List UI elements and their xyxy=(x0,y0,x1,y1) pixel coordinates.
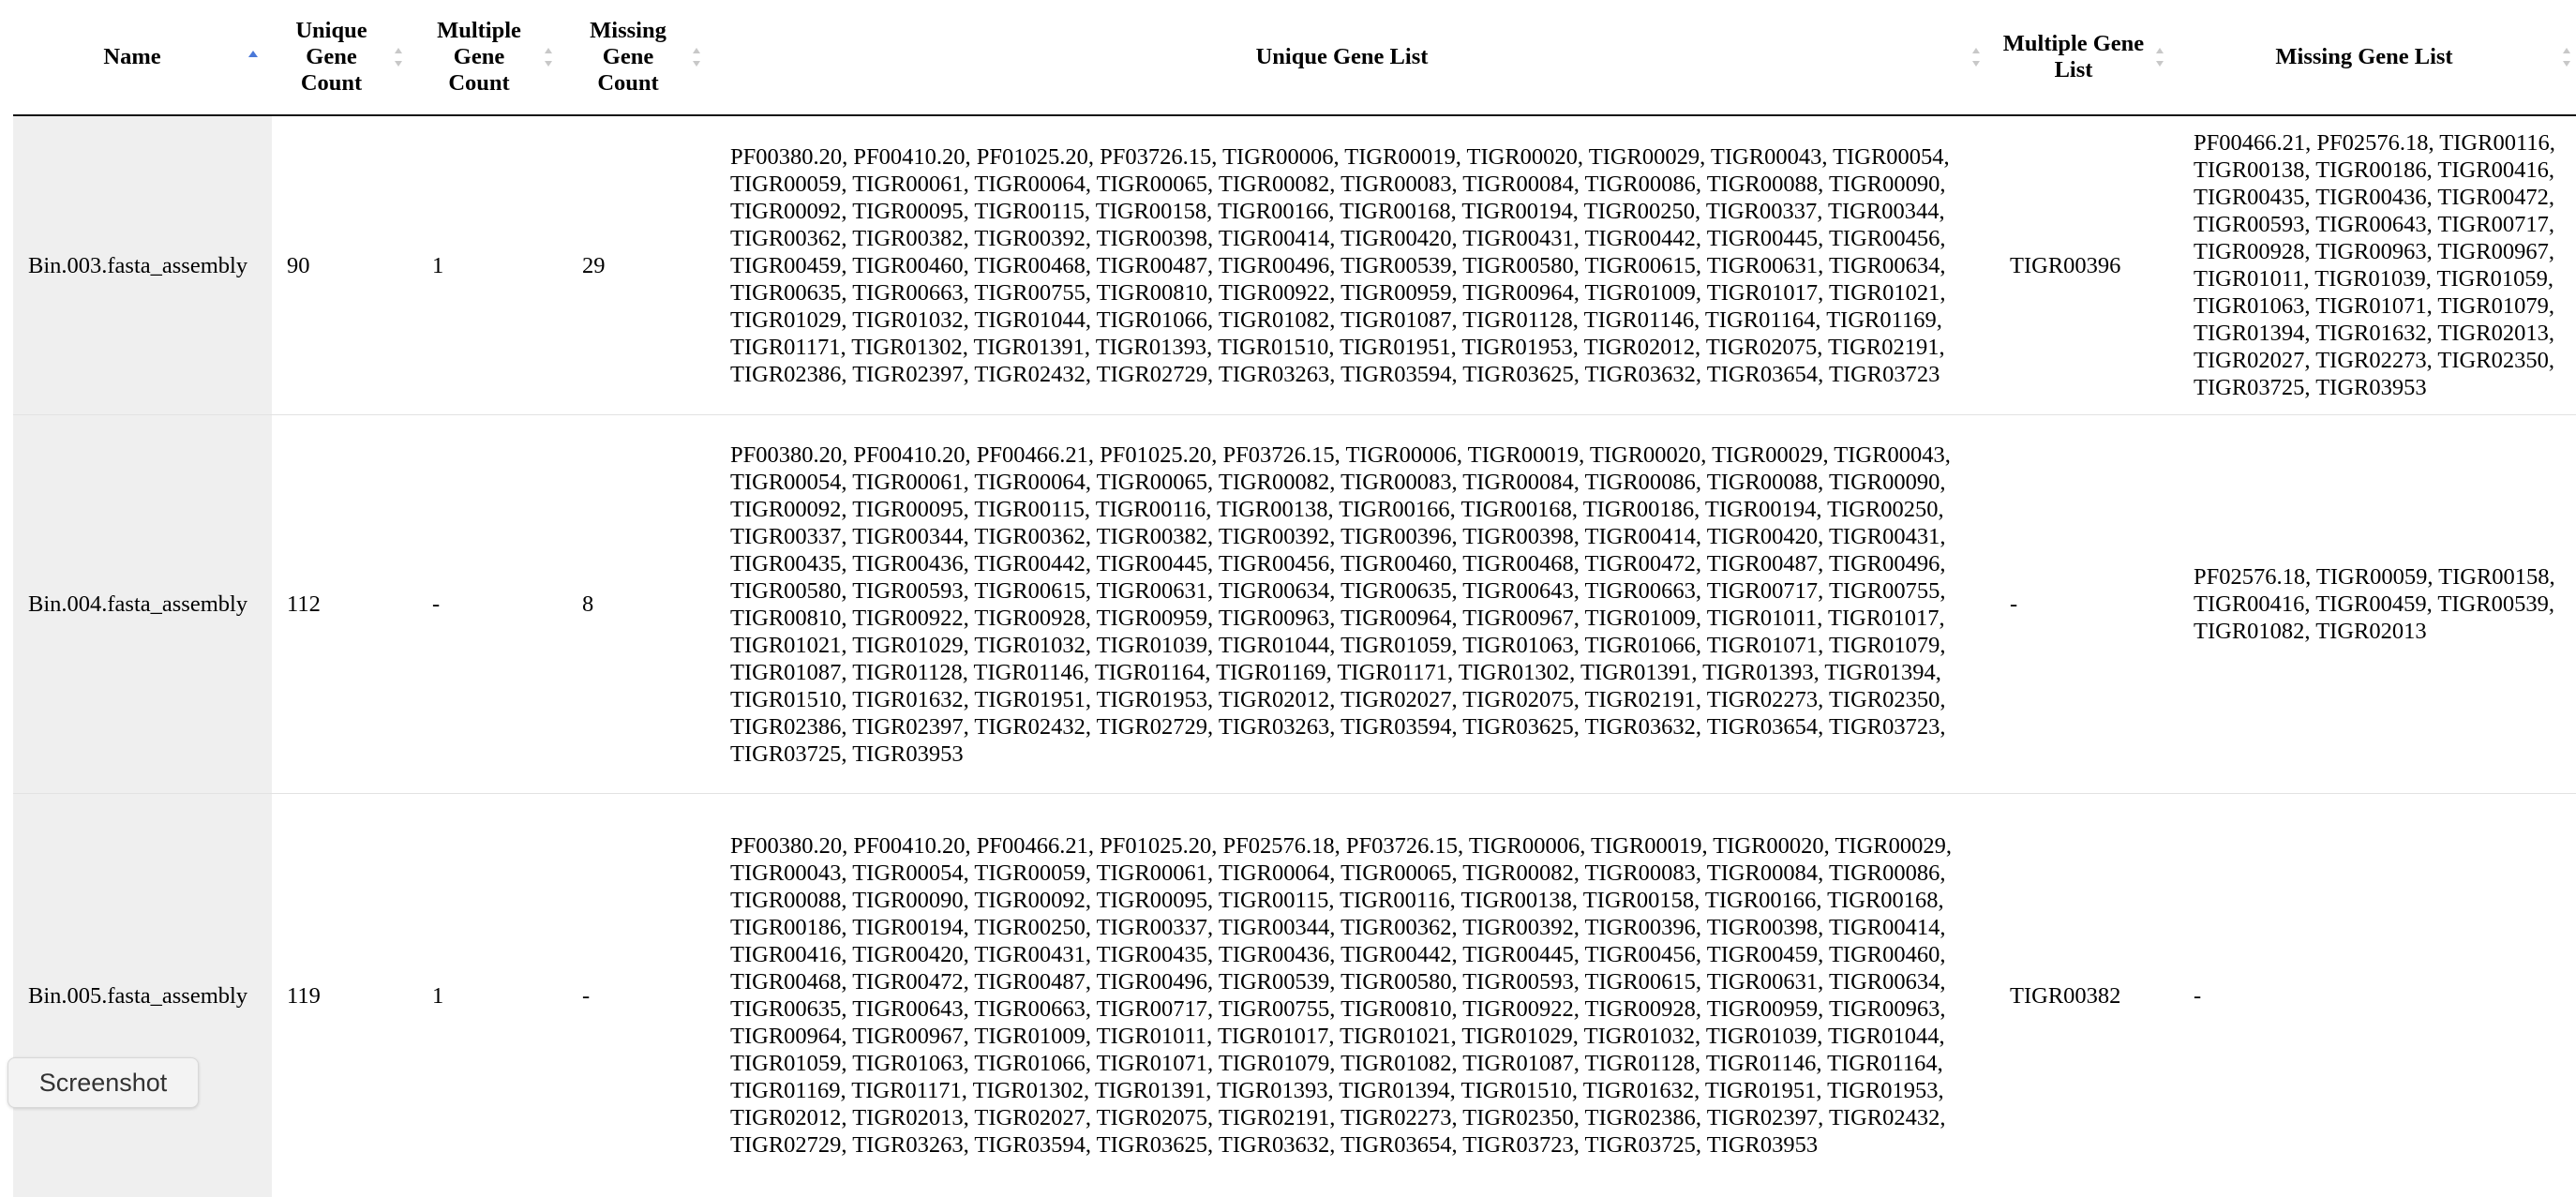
cell-missing-gene-list: PF00466.21, PF02576.18, TIGR00116, TIGR0… xyxy=(2179,115,2576,415)
cell-unique-gene-list: PF00380.20, PF00410.20, PF00466.21, PF01… xyxy=(715,794,1995,1197)
column-header-label: Missing Gene Count xyxy=(590,18,666,96)
cell-name: Bin.004.fasta_assembly xyxy=(13,415,272,794)
column-header-unique-gene-list[interactable]: Unique Gene List xyxy=(715,0,1995,115)
column-header-label: Multiple Gene Count xyxy=(437,18,521,96)
cell-multiple-gene-list: - xyxy=(1995,415,2179,794)
column-header-missing-gene-list[interactable]: Missing Gene List xyxy=(2179,0,2576,115)
cell-missing-gene-list: PF02576.18, TIGR00059, TIGR00158, TIGR00… xyxy=(2179,415,2576,794)
cell-multiple-gene-list: TIGR00382 xyxy=(1995,794,2179,1197)
cell-missing-gene-count: 8 xyxy=(567,415,715,794)
gene-table-container: Name Unique Gene Count Multiple Gene Cou… xyxy=(13,0,2576,1197)
cell-unique-gene-count: 119 xyxy=(272,794,417,1197)
sort-both-icon[interactable] xyxy=(393,45,404,69)
sort-ascending-icon[interactable] xyxy=(247,45,259,69)
sort-both-icon[interactable] xyxy=(691,45,702,69)
screenshot-button[interactable]: Screenshot xyxy=(7,1057,199,1108)
cell-multiple-gene-count: 1 xyxy=(417,794,567,1197)
column-header-unique-gene-count[interactable]: Unique Gene Count xyxy=(272,0,417,115)
cell-missing-gene-list: - xyxy=(2179,794,2576,1197)
column-header-label: Missing Gene List xyxy=(2275,44,2452,69)
cell-unique-gene-list: PF00380.20, PF00410.20, PF01025.20, PF03… xyxy=(715,115,1995,415)
column-header-missing-gene-count[interactable]: Missing Gene Count xyxy=(567,0,715,115)
sort-both-icon[interactable] xyxy=(2561,45,2572,69)
cell-multiple-gene-list: TIGR00396 xyxy=(1995,115,2179,415)
sort-both-icon[interactable] xyxy=(1970,45,1982,69)
cell-unique-gene-list: PF00380.20, PF00410.20, PF00466.21, PF01… xyxy=(715,415,1995,794)
cell-unique-gene-count: 112 xyxy=(272,415,417,794)
column-header-multiple-gene-count[interactable]: Multiple Gene Count xyxy=(417,0,567,115)
column-header-label: Unique Gene Count xyxy=(295,18,367,96)
table-row: Bin.005.fasta_assembly 119 1 - PF00380.2… xyxy=(13,794,2576,1197)
table-header-row: Name Unique Gene Count Multiple Gene Cou… xyxy=(13,0,2576,115)
column-header-label: Multiple Gene List xyxy=(2003,31,2144,82)
cell-name: Bin.005.fasta_assembly xyxy=(13,794,272,1197)
sort-both-icon[interactable] xyxy=(543,45,554,69)
cell-missing-gene-count: 29 xyxy=(567,115,715,415)
cell-name: Bin.003.fasta_assembly xyxy=(13,115,272,415)
gene-table: Name Unique Gene Count Multiple Gene Cou… xyxy=(13,0,2576,1197)
sort-both-icon[interactable] xyxy=(2154,45,2165,69)
column-header-label: Name xyxy=(103,44,160,69)
table-row: Bin.004.fasta_assembly 112 - 8 PF00380.2… xyxy=(13,415,2576,794)
table-row: Bin.003.fasta_assembly 90 1 29 PF00380.2… xyxy=(13,115,2576,415)
column-header-multiple-gene-list[interactable]: Multiple Gene List xyxy=(1995,0,2179,115)
column-header-label: Unique Gene List xyxy=(1256,44,1429,69)
cell-unique-gene-count: 90 xyxy=(272,115,417,415)
cell-missing-gene-count: - xyxy=(567,794,715,1197)
cell-multiple-gene-count: 1 xyxy=(417,115,567,415)
column-header-name[interactable]: Name xyxy=(13,0,272,115)
cell-multiple-gene-count: - xyxy=(417,415,567,794)
